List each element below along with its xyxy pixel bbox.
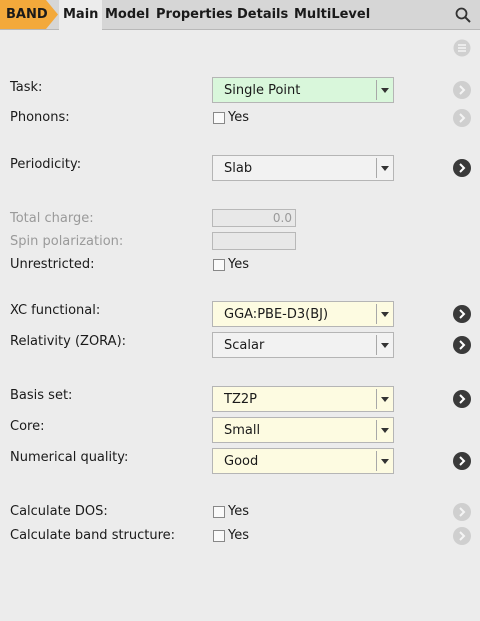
calc-band-check-label: Yes <box>228 528 249 543</box>
basis-set-label: Basis set: <box>10 388 73 403</box>
core-label: Core: <box>10 419 45 434</box>
tab-multilevel[interactable]: MultiLevel <box>294 0 370 29</box>
calc-dos-checkbox[interactable] <box>213 506 225 518</box>
basis-set-go-icon[interactable] <box>453 390 471 408</box>
periodicity-label: Periodicity: <box>10 157 82 172</box>
chevron-down-icon <box>376 420 393 440</box>
menu-icon[interactable] <box>453 39 471 57</box>
tab-properties[interactable]: Properties <box>156 0 233 29</box>
task-label: Task: <box>10 80 43 95</box>
search-icon[interactable] <box>455 7 471 23</box>
tab-model[interactable]: Model <box>105 0 149 29</box>
total-charge-field: 0.0 <box>212 209 296 227</box>
total-charge-label: Total charge: <box>10 211 94 226</box>
tab-details[interactable]: Details <box>237 0 288 29</box>
band-badge-label: BAND <box>6 7 48 22</box>
task-value: Single Point <box>224 83 301 98</box>
xc-functional-value: GGA:PBE-D3(BJ) <box>224 307 329 322</box>
phonons-check-label: Yes <box>228 110 249 125</box>
chevron-down-icon <box>376 80 393 100</box>
core-select[interactable]: Small <box>212 417 394 443</box>
calc-band-go-icon[interactable] <box>453 527 471 545</box>
chevron-down-icon <box>376 335 393 355</box>
xc-functional-go-icon[interactable] <box>453 305 471 323</box>
spin-polarization-label: Spin polarization: <box>10 234 124 249</box>
calc-dos-label: Calculate DOS: <box>10 504 108 519</box>
spin-polarization-field <box>212 232 296 250</box>
chevron-down-icon <box>376 304 393 324</box>
calc-dos-go-icon[interactable] <box>453 503 471 521</box>
total-charge-value: 0.0 <box>272 211 292 225</box>
relativity-label: Relativity (ZORA): <box>10 334 127 349</box>
relativity-go-icon[interactable] <box>453 336 471 354</box>
numerical-quality-go-icon[interactable] <box>453 452 471 470</box>
calc-dos-check-label: Yes <box>228 504 249 519</box>
calc-band-label: Calculate band structure: <box>10 528 176 543</box>
periodicity-select[interactable]: Slab <box>212 155 394 181</box>
unrestricted-label: Unrestricted: <box>10 257 95 272</box>
phonons-go-icon[interactable] <box>453 109 471 127</box>
basis-set-select[interactable]: TZ2P <box>212 386 394 412</box>
calc-band-checkbox[interactable] <box>213 530 225 542</box>
phonons-checkbox[interactable] <box>213 112 225 124</box>
periodicity-go-icon[interactable] <box>453 159 471 177</box>
core-value: Small <box>224 423 261 438</box>
chevron-down-icon <box>376 389 393 409</box>
task-select[interactable]: Single Point <box>212 77 394 103</box>
relativity-value: Scalar <box>224 338 265 353</box>
xc-functional-label: XC functional: <box>10 303 101 318</box>
band-badge[interactable]: BAND <box>0 0 58 29</box>
xc-functional-select[interactable]: GGA:PBE-D3(BJ) <box>212 301 394 327</box>
tab-bar: BAND Main Model Properties Details Multi… <box>0 0 480 30</box>
unrestricted-check-label: Yes <box>228 257 249 272</box>
chevron-down-icon <box>376 451 393 471</box>
unrestricted-checkbox[interactable] <box>213 259 225 271</box>
task-go-icon[interactable] <box>453 81 471 99</box>
tab-main[interactable]: Main <box>59 0 103 30</box>
relativity-select[interactable]: Scalar <box>212 332 394 358</box>
chevron-down-icon <box>376 158 393 178</box>
numerical-quality-label: Numerical quality: <box>10 450 129 465</box>
numerical-quality-select[interactable]: Good <box>212 448 394 474</box>
basis-set-value: TZ2P <box>224 392 257 407</box>
phonons-label: Phonons: <box>10 110 70 125</box>
periodicity-value: Slab <box>224 161 253 176</box>
numerical-quality-value: Good <box>224 454 259 469</box>
